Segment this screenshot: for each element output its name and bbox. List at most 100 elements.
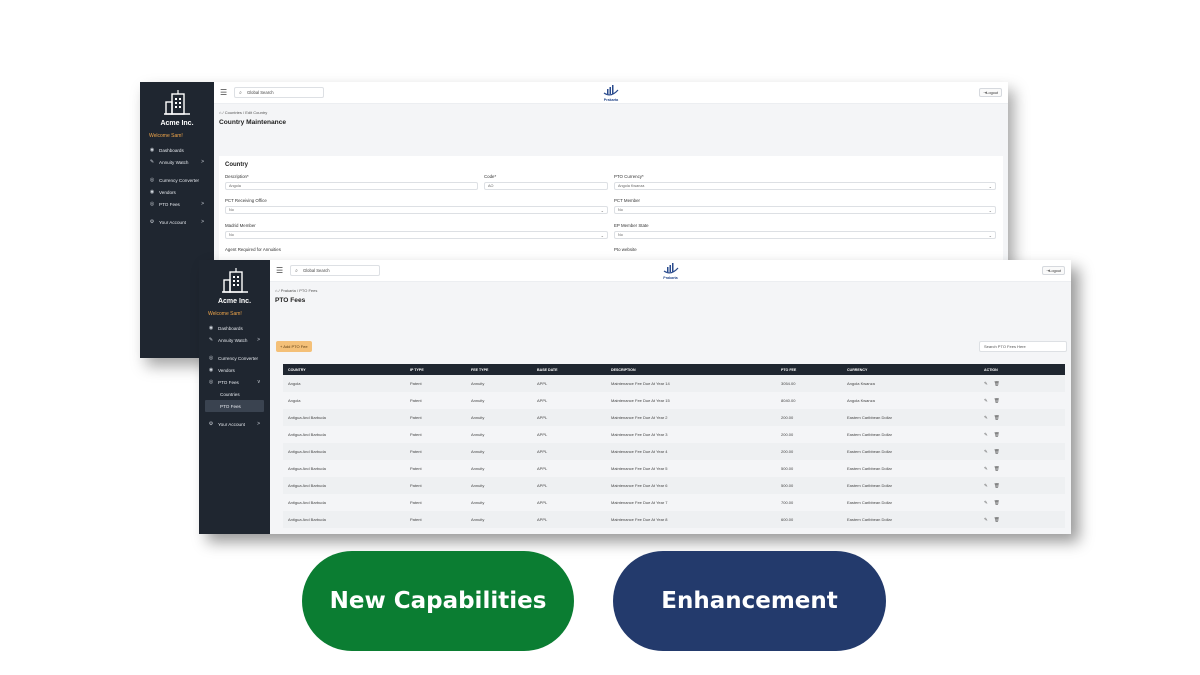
delete-icon[interactable]: 🗑 [994, 398, 1000, 404]
pto-fee-cell: 8040.00 [781, 398, 796, 403]
sidebar-item-your-account[interactable]: ⚙ Your Account > [199, 418, 270, 430]
table-row[interactable]: Angola Patent Annuity APPL Maintenance Fee D… [283, 375, 1065, 392]
fee-type-cell: Annuity [471, 432, 485, 437]
fee-type-cell: Annuity [471, 381, 485, 386]
edit-icon[interactable]: ✎ [984, 381, 988, 387]
logout-button[interactable]: ⇥ Logout [1042, 266, 1065, 275]
sidebar-subitem-pto-fees[interactable]: PTO Fees [205, 400, 264, 412]
sidebar-item-label: Your Account [218, 421, 245, 427]
company-logo[interactable]: Acme Inc. [140, 88, 214, 127]
chevron-right-icon: > [201, 201, 204, 207]
menu-icon[interactable]: ☰ [276, 266, 283, 275]
table-row[interactable]: Antigua And Barbuda Patent Annuity APPL Main… [283, 511, 1065, 528]
breadcrumb: ⌂ / Prakarta / PTO Fees [270, 282, 1071, 293]
table-row[interactable]: Antigua And Barbuda Patent Annuity APPL Main… [283, 494, 1065, 511]
add-pto-fee-button[interactable]: + Add PTO Fee [276, 341, 312, 352]
column-header[interactable]: IP TYPE [405, 368, 466, 372]
fee-type-cell: Annuity [471, 398, 485, 403]
sidebar-item-vendors[interactable]: ◉ Vendors [140, 186, 214, 198]
description-cell: Maintenance Fee Due At Year 2 [611, 415, 668, 420]
currency-cell: Eastern Caribbean Dollar [847, 466, 892, 471]
fee-type-cell: Annuity [471, 517, 485, 522]
table-row[interactable]: Antigua And Barbuda Patent Annuity APPL Main… [283, 460, 1065, 477]
new-capabilities-badge: New Capabilities [302, 551, 574, 651]
company-logo[interactable]: Acme Inc. [199, 266, 270, 305]
sidebar-subitem-countries[interactable]: Countries [199, 388, 270, 400]
global-search-input[interactable]: ⌕ Global Search [290, 265, 381, 276]
description-cell: Maintenance Fee Due At Year 14 [611, 381, 670, 386]
madrid-select[interactable]: No ⌄ [225, 231, 608, 239]
table-row[interactable]: Antigua And Barbuda Patent Annuity APPL Main… [283, 426, 1065, 443]
logout-label: Logout [1049, 268, 1061, 273]
breadcrumb-text: / Prakarta / PTO Fees [278, 288, 318, 293]
base-date-cell: APPL [537, 466, 548, 471]
sidebar-item-annuity-watch[interactable]: ✎ Annuity Watch > [140, 156, 214, 168]
table-row[interactable]: Angola Patent Annuity APPL Maintenance Fee D… [283, 392, 1065, 409]
logout-button[interactable]: ⇥ Logout [979, 88, 1002, 97]
delete-icon[interactable]: 🗑 [994, 466, 1000, 472]
description-cell: Maintenance Fee Due At Year 6 [611, 483, 668, 488]
sidebar-item-label: Currency Converter [218, 355, 259, 361]
code-field[interactable]: AO [484, 182, 608, 190]
sidebar-item-currency-converter[interactable]: ◎ Currency Converter [140, 174, 214, 186]
description-cell: Maintenance Fee Due At Year 15 [611, 398, 670, 403]
sidebar-item-your-account[interactable]: ⚙ Your Account > [140, 216, 214, 228]
chevron-down-icon: ⌄ [988, 183, 992, 189]
delete-icon[interactable]: 🗑 [994, 500, 1000, 506]
menu-icon[interactable]: ☰ [220, 88, 227, 97]
column-header[interactable]: BASE DATE [532, 368, 606, 372]
delete-icon[interactable]: 🗑 [994, 432, 1000, 438]
sidebar-item-dashboards[interactable]: ◉ Dashboards [199, 322, 270, 334]
building-icon [221, 268, 248, 293]
edit-icon[interactable]: ✎ [984, 466, 988, 472]
ep-member-select[interactable]: No ⌄ [614, 231, 996, 239]
table-row[interactable]: Antigua And Barbuda Patent Annuity APPL Main… [283, 443, 1065, 460]
search-icon: ⌕ [239, 89, 242, 96]
edit-icon[interactable]: ✎ [984, 398, 988, 404]
edit-icon[interactable]: ✎ [984, 432, 988, 438]
sidebar-item-label: Dashboards [218, 325, 243, 331]
delete-icon[interactable]: 🗑 [994, 517, 1000, 523]
edit-icon[interactable]: ✎ [984, 483, 988, 489]
sidebar-item-pto-fees[interactable]: ◎ PTO Fees v [199, 376, 270, 388]
fee-type-cell: Annuity [471, 415, 485, 420]
description-field[interactable]: Angola [225, 182, 478, 190]
pto-currency-select[interactable]: Angola Kwanza ⌄ [614, 182, 996, 190]
delete-icon[interactable]: 🗑 [994, 381, 1000, 387]
sidebar-item-vendors[interactable]: ◉ Vendors [199, 364, 270, 376]
edit-icon[interactable]: ✎ [984, 415, 988, 421]
column-header[interactable]: PTO FEE [776, 368, 842, 372]
table-row[interactable]: Antigua And Barbuda Patent Annuity APPL Main… [283, 477, 1065, 494]
sidebar-item-annuity-watch[interactable]: ✎ Annuity Watch > [199, 334, 270, 346]
edit-icon[interactable]: ✎ [984, 500, 988, 506]
delete-icon[interactable]: 🗑 [994, 415, 1000, 421]
country-cell: Antigua And Barbuda [288, 466, 326, 471]
brand-name: Prakarta [663, 276, 678, 280]
pct-receiving-select[interactable]: No ⌄ [225, 206, 608, 214]
home-icon[interactable]: ⌂ [275, 288, 277, 293]
action-cell: ✎ 🗑 [979, 483, 1049, 489]
column-header[interactable]: CURRENCY [842, 368, 979, 372]
table-row[interactable]: Antigua And Barbuda Patent Annuity APPL Main… [283, 409, 1065, 426]
sidebar-item-pto-fees[interactable]: ◎ PTO Fees > [140, 198, 214, 210]
edit-icon[interactable]: ✎ [984, 449, 988, 455]
column-header[interactable]: DESCRIPTION [606, 368, 776, 372]
sidebar-item-dashboards[interactable]: ◉ Dashboards [140, 144, 214, 156]
chevron-down-icon: ⌄ [600, 207, 604, 213]
delete-icon[interactable]: 🗑 [994, 483, 1000, 489]
column-header[interactable]: FEE TYPE [466, 368, 532, 372]
sidebar-item-currency-converter[interactable]: ◎ Currency Converter [199, 352, 270, 364]
fee-type-cell: Annuity [471, 466, 485, 471]
column-header[interactable]: COUNTRY [283, 368, 405, 372]
pct-member-select[interactable]: No ⌄ [614, 206, 996, 214]
pto-fees-search-input[interactable]: Search PTO Fees Here [979, 341, 1067, 352]
global-search-input[interactable]: ⌕ Global Search [234, 87, 325, 98]
home-icon[interactable]: ⌂ [219, 110, 221, 115]
edit-icon[interactable]: ✎ [984, 517, 988, 523]
base-date-cell: APPL [537, 449, 548, 454]
ip-type-cell: Patent [410, 432, 422, 437]
delete-icon[interactable]: 🗑 [994, 449, 1000, 455]
ip-type-cell: Patent [410, 381, 422, 386]
chevron-down-icon: ⌄ [988, 232, 992, 238]
chevron-down-icon: v [257, 379, 261, 385]
